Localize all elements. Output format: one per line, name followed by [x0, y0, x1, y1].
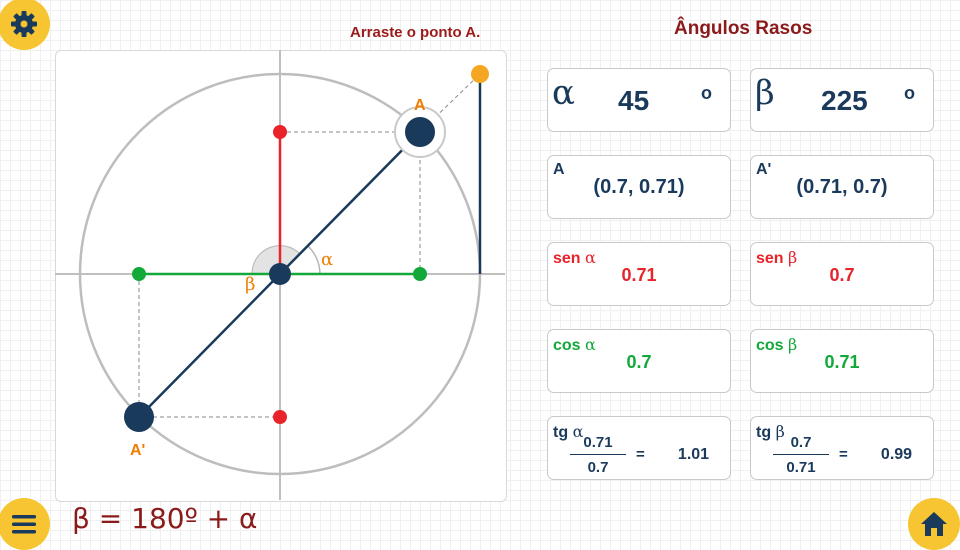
point-a-coords: (0.7, 0.71): [593, 176, 685, 198]
point-a-handle[interactable]: [394, 106, 446, 158]
point-a-prime-coords: (0.71, 0.7): [796, 176, 888, 198]
cos-beta-card: cos β 0.71: [750, 329, 934, 393]
beta-label: β: [245, 274, 255, 295]
alpha-symbol: α: [552, 73, 575, 113]
sen-beta-card: sen β 0.7: [750, 242, 934, 306]
tg-beta-fraction-bar: [773, 454, 829, 455]
cos-alpha-value: 0.7: [626, 352, 652, 372]
point-a-prime: [124, 402, 154, 432]
tg-beta-numerator: 0.7: [790, 434, 812, 451]
sen-alpha-value: 0.71: [621, 265, 657, 285]
formula: β = 180º + α: [72, 502, 258, 535]
sine-point-a: [273, 125, 287, 139]
beta-value: 225: [821, 85, 868, 116]
tg-alpha-card: tg α 0.71 0.7 = 1.01: [547, 416, 731, 480]
sen-alpha-card: sen α 0.71: [547, 242, 731, 306]
sine-point-a-prime: [273, 410, 287, 424]
point-a-card: A (0.7, 0.71): [547, 155, 731, 219]
cosine-point-a-prime: [132, 267, 146, 281]
origin-point: [269, 263, 291, 285]
alpha-unit: o: [701, 83, 712, 103]
tg-alpha-equals: =: [636, 446, 645, 463]
point-a-prime-card: A' (0.71, 0.7): [750, 155, 934, 219]
alpha-value: 45: [618, 85, 650, 116]
tg-beta-card: tg β 0.7 0.71 = 0.99: [750, 416, 934, 480]
tg-alpha-value: 1.01: [677, 446, 710, 463]
tg-alpha-fraction-bar: [570, 454, 626, 455]
tg-alpha-denominator: 0.7: [587, 459, 609, 476]
cos-alpha-card: cos α 0.7: [547, 329, 731, 393]
tangent-point: [471, 65, 489, 83]
beta-unit: o: [904, 83, 915, 103]
point-a-label: A: [414, 97, 426, 114]
tg-beta-equals: =: [839, 446, 848, 463]
beta-symbol: β: [755, 73, 775, 113]
tg-beta-value: 0.99: [880, 446, 913, 463]
beta-card: β 225 o: [750, 68, 934, 132]
sen-beta-value: 0.7: [829, 265, 855, 285]
tg-alpha-numerator: 0.71: [583, 434, 613, 451]
cosine-point-a: [413, 267, 427, 281]
alpha-label: α: [321, 249, 333, 270]
point-a-prime-label: A': [130, 442, 145, 459]
tg-beta-denominator: 0.71: [786, 459, 816, 476]
cos-beta-value: 0.71: [824, 352, 860, 372]
alpha-card: α 45 o: [547, 68, 731, 132]
